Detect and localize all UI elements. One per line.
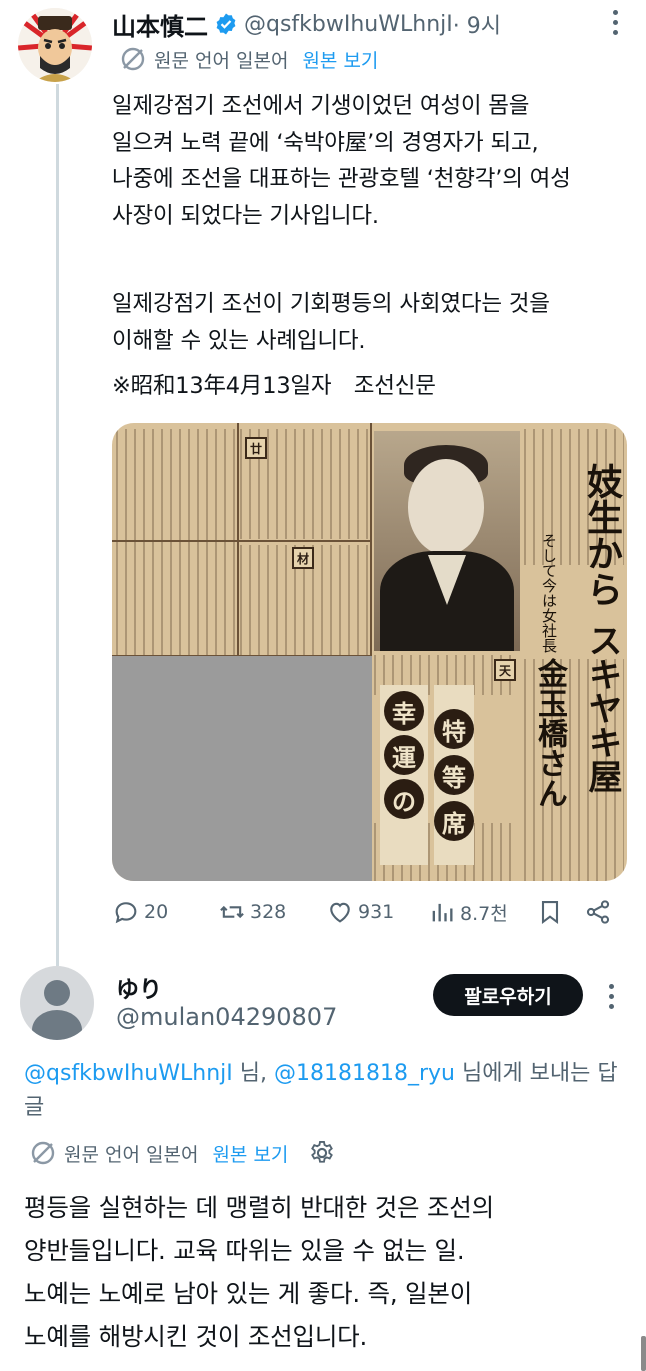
tweet-actions: 20 328 931 8.7천 — [112, 898, 632, 930]
reply-author-name[interactable]: ゆり — [116, 970, 162, 1004]
replying-text: 님, — [232, 1061, 274, 1086]
thread-line — [56, 84, 59, 966]
reply-icon — [115, 902, 137, 924]
reply-button[interactable]: 20 — [112, 898, 168, 926]
follow-button[interactable]: 팔로우하기 — [433, 974, 583, 1016]
side-title-char: の — [384, 779, 424, 819]
gear-icon[interactable] — [308, 1139, 336, 1167]
avatar-illustration — [18, 8, 92, 82]
heart-icon — [330, 902, 350, 923]
retweet-button[interactable]: 328 — [218, 898, 286, 926]
share-icon — [586, 900, 610, 924]
author-avatar[interactable] — [18, 8, 92, 82]
author-handle[interactable]: @qsfkbwIhuWLhnjI — [244, 12, 453, 37]
translate-icon — [31, 1141, 55, 1165]
more-options-icon[interactable] — [602, 10, 628, 40]
like-button[interactable]: 931 — [326, 898, 394, 926]
scrollbar[interactable] — [641, 1336, 646, 1371]
side-title-char: 席 — [434, 801, 474, 841]
tweet-text-p2: 일제강점기 조선이 기회평등의 사회였다는 것을 이해할 수 있는 사례입니다. — [112, 291, 550, 354]
newspaper-clipping-image[interactable]: 廿 材 自 天 妓生から スキヤキ屋 そして今は女社長 金玉橋さん 幸 運 の … — [112, 423, 627, 881]
show-original-link[interactable]: 원본 보기 — [212, 1140, 288, 1167]
reply-more-options-icon[interactable] — [598, 984, 624, 1014]
verified-badge-icon — [216, 13, 236, 35]
section-tag: 材 — [292, 547, 314, 569]
bookmark-icon — [541, 901, 559, 925]
mention-link[interactable]: @qsfkbwIhuWLhnjI — [24, 1061, 233, 1086]
translation-note: 원문 언어 일본어 — [64, 1143, 199, 1166]
view-count: 8.7천 — [460, 902, 508, 925]
tweet-text-p3: ※昭和13年4月13일자 조선신문 — [112, 373, 436, 399]
share-button[interactable] — [584, 898, 612, 926]
section-tag: 天 — [494, 659, 516, 681]
translation-row: 원문 언어 일본어 원본 보기 — [118, 44, 378, 74]
replying-to: @qsfkbwIhuWLhnjI 님, @18181818_ryu 님에게 보내… — [24, 1057, 636, 1125]
text-column — [116, 429, 236, 655]
headline-2: スキヤキ屋 — [582, 623, 622, 793]
translate-icon — [121, 47, 145, 71]
column-rule — [112, 540, 370, 542]
side-title-char: 等 — [434, 755, 474, 795]
bookmark-button[interactable] — [536, 898, 564, 926]
views-button[interactable]: 8.7천 — [428, 898, 508, 926]
side-title-box: 幸 運 の — [380, 685, 428, 865]
section-tag: 廿 — [245, 437, 267, 459]
default-avatar-head — [44, 980, 70, 1006]
tweet-text-p1: 일제강점기 조선에서 기생이었던 여성이 몸을 일으켜 노력 끝에 ‘숙박야屋’… — [112, 93, 571, 229]
views-chart-icon — [432, 903, 453, 922]
side-title-char: 特 — [434, 709, 474, 749]
author-name[interactable]: 山本慎二 — [112, 7, 208, 42]
reply-author-avatar[interactable] — [20, 966, 94, 1040]
subhead: そして今は女社長 — [540, 533, 558, 653]
reply-text: 평등을 실현하는 데 맹렬히 반대한 것은 조선의 양반들입니다. 교육 따위는… — [24, 1193, 494, 1351]
side-title-box: 特 等 席 — [434, 685, 474, 865]
side-title-char: 運 — [384, 735, 424, 775]
tweet-time[interactable]: · 9시 — [453, 8, 501, 40]
retweet-icon — [220, 905, 244, 919]
reply-author-handle[interactable]: @mulan04290807 — [116, 1003, 337, 1031]
tweet-header: 山本慎二 @qsfkbwIhuWLhnjI · 9시 — [112, 6, 632, 42]
reply-translation-row: 원문 언어 일본어 원본 보기 — [28, 1138, 336, 1168]
headline-1: 妓生から — [581, 463, 623, 607]
column-rule — [237, 423, 239, 655]
mention-link[interactable]: @18181818_ryu — [274, 1061, 455, 1086]
default-avatar-body — [32, 1010, 82, 1040]
reply-count: 20 — [144, 901, 169, 923]
show-original-link[interactable]: 원본 보기 — [302, 46, 378, 73]
gray-blank-area — [112, 656, 372, 881]
side-title-char: 幸 — [384, 691, 424, 731]
translation-note: 원문 언어 일본어 — [154, 49, 289, 72]
retweet-count: 328 — [250, 901, 287, 923]
person-name: 金玉橋さん — [532, 658, 567, 808]
woman-portrait — [374, 431, 520, 651]
like-count: 931 — [358, 901, 395, 923]
